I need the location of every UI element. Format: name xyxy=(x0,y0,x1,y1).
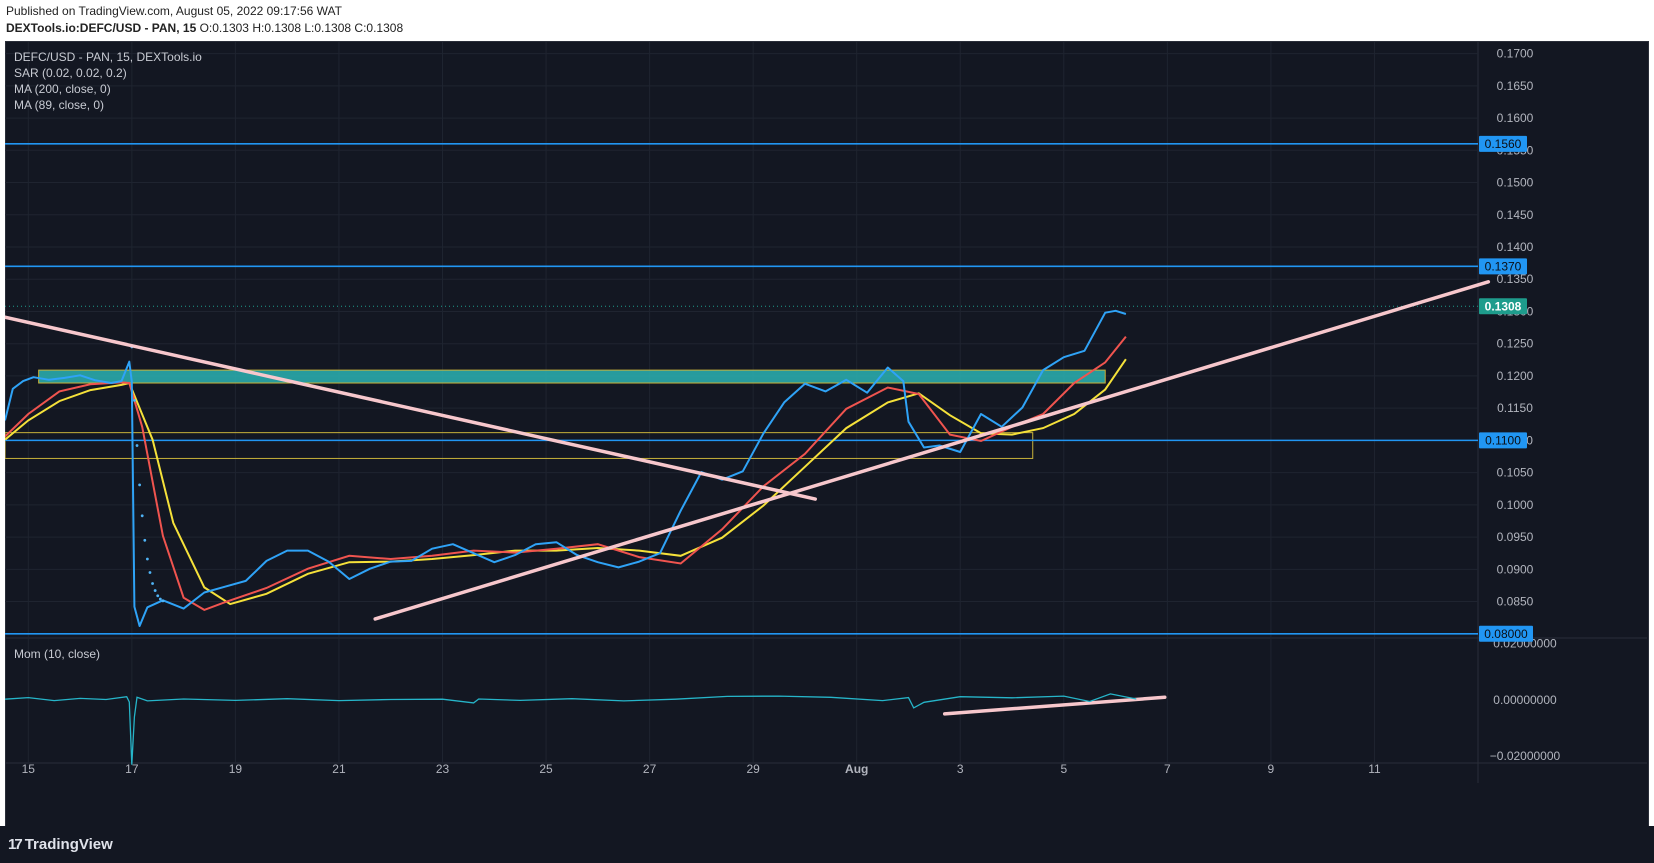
price-tick-label: 0.0900 xyxy=(1497,562,1534,576)
brand-name: TradingView xyxy=(24,836,113,853)
time-tick-label: 27 xyxy=(643,762,657,776)
tradingview-mark-icon: 17 xyxy=(8,836,23,853)
sar-dot xyxy=(143,538,147,542)
demand-zone xyxy=(5,432,1034,459)
time-tick-label: 19 xyxy=(229,762,243,776)
price-tick-label: 0.0850 xyxy=(1497,595,1534,609)
price-label-text: 0.1560 xyxy=(1485,137,1522,151)
sar-dot xyxy=(158,597,162,601)
ohlc-high: H:0.1308 xyxy=(252,21,302,35)
price-tick-label: 0.1000 xyxy=(1497,498,1534,512)
sar-dot xyxy=(151,582,154,585)
price-tick-label: 0.1650 xyxy=(1497,79,1534,93)
price-tick-label: 0.1700 xyxy=(1497,47,1534,61)
momentum-tick-label: −0.02000000 xyxy=(1490,749,1561,763)
legend-sar[interactable]: SAR (0.02, 0.02, 0.2) xyxy=(14,66,127,80)
price-tick-label: 0.1600 xyxy=(1497,111,1534,125)
sar-dot xyxy=(148,571,152,574)
time-tick-label: 3 xyxy=(957,762,964,776)
sar-dot xyxy=(140,514,144,518)
price-tick-label: 0.1250 xyxy=(1497,337,1534,351)
symbol-label: DEXTools.io:DEFC/USD - PAN, 15 xyxy=(6,21,197,35)
footer-bar xyxy=(0,826,1654,863)
price-tick-label: 0.0950 xyxy=(1497,530,1534,544)
legend-ma89[interactable]: MA (89, close, 0) xyxy=(14,98,104,112)
momentum-trendline xyxy=(942,695,1167,716)
time-tick-label: 9 xyxy=(1268,762,1275,776)
legend-momentum[interactable]: Mom (10, close) xyxy=(14,647,100,661)
sar-dot xyxy=(135,444,139,447)
time-tick-label: 23 xyxy=(436,762,450,776)
time-tick-label: 7 xyxy=(1164,762,1171,776)
symbol-ohlc-line: DEXTools.io:DEFC/USD - PAN, 15 O:0.1303 … xyxy=(6,21,403,35)
time-tick-label: 21 xyxy=(332,762,346,776)
sar-dot xyxy=(138,483,142,487)
momentum-line xyxy=(5,693,1137,765)
time-tick-label: 5 xyxy=(1060,762,1067,776)
price-tick-label: 0.1150 xyxy=(1497,401,1533,415)
price-label-text: 0.1308 xyxy=(1485,299,1522,313)
sar-dot xyxy=(145,557,149,561)
price-chart[interactable]: 0.17000.16500.16000.15500.15000.14500.14… xyxy=(5,41,1647,826)
ohlc-low: L:0.1308 xyxy=(304,21,352,35)
time-tick-label: 29 xyxy=(746,762,760,776)
tradingview-logo[interactable]: 17 TradingView xyxy=(8,836,113,853)
sar-dot xyxy=(161,599,165,603)
price-tick-label: 0.1500 xyxy=(1497,176,1534,190)
time-tick-label: 15 xyxy=(22,762,36,776)
sar-dot xyxy=(133,399,136,402)
ohlc-open: O:0.1303 xyxy=(199,21,249,35)
time-tick-label: 25 xyxy=(539,762,553,776)
time-tick-label: Aug xyxy=(845,762,868,776)
price-tick-label: 0.1050 xyxy=(1497,466,1534,480)
price-label-text: 0.1370 xyxy=(1485,259,1522,273)
price-tick-label: 0.1450 xyxy=(1497,208,1534,222)
price-label-text: 0.08000 xyxy=(1484,627,1528,641)
price-line xyxy=(5,309,1127,627)
price-label-text: 0.1100 xyxy=(1485,433,1521,447)
published-line: Published on TradingView.com, August 05,… xyxy=(6,4,342,18)
price-tick-label: 0.1200 xyxy=(1497,369,1534,383)
legend-title: DEFC/USD - PAN, 15, DEXTools.io xyxy=(14,50,202,64)
sar-dot xyxy=(153,589,157,592)
ohlc-close: C:0.1308 xyxy=(354,21,404,35)
time-tick-label: 11 xyxy=(1368,762,1381,776)
sar-dot xyxy=(156,594,160,598)
supply-zone xyxy=(38,369,1106,384)
legend-ma200[interactable]: MA (200, close, 0) xyxy=(14,82,111,96)
trendline xyxy=(373,280,1491,621)
momentum-tick-label: 0.00000000 xyxy=(1493,693,1557,707)
price-tick-label: 0.1400 xyxy=(1497,240,1534,254)
